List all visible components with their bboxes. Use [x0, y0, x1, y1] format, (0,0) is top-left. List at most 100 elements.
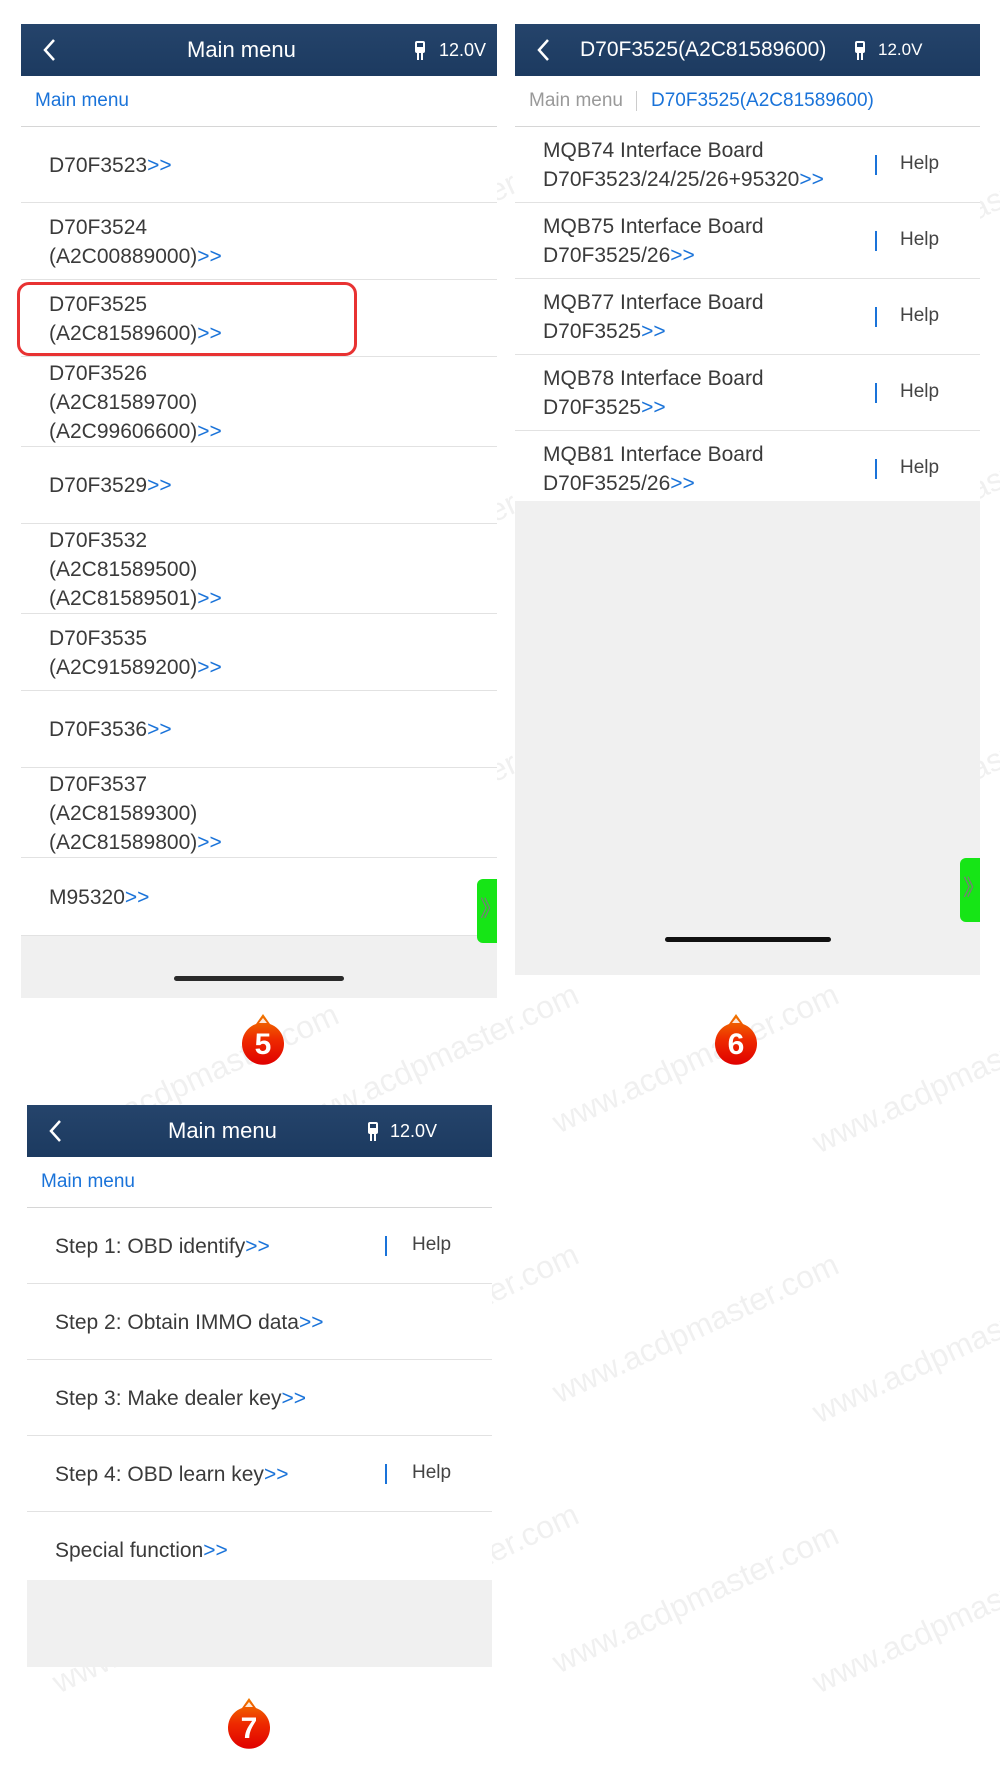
breadcrumb-separator	[636, 91, 637, 111]
help-separator	[875, 459, 877, 479]
chevron-right-icon: >>	[147, 474, 172, 497]
list-item[interactable]: Step 1: OBD identify>> Help	[27, 1208, 492, 1284]
chevron-right-icon: >>	[197, 245, 222, 268]
chevron-right-icon: >>	[263, 1463, 289, 1486]
chevron-right-icon: >>	[197, 831, 222, 854]
list-item-label: Step 3: Make dealer key>>	[55, 1384, 306, 1413]
chevron-right-icon: >>	[147, 718, 172, 741]
back-arrow-icon[interactable]	[39, 36, 61, 64]
step-badge-5: 5	[240, 1012, 286, 1068]
step-number: 6	[727, 1028, 745, 1061]
list-item-line: D70F3524	[49, 216, 148, 239]
list-item[interactable]: D70F3536>>	[21, 691, 497, 768]
watermark-text: www.acdpmaster.com	[546, 1245, 845, 1411]
list-item[interactable]: D70F3524 (A2C00889000)>>	[21, 203, 497, 280]
plug-icon	[368, 1122, 378, 1141]
list-item-label: MQB78 Interface Board D70F3525>>	[543, 364, 764, 422]
list-item[interactable]: D70F3529>>	[21, 447, 497, 524]
side-drawer-tab[interactable]: 》	[960, 858, 980, 922]
list-item[interactable]: Special function>>	[27, 1512, 492, 1588]
list-item[interactable]: Step 4: OBD learn key>> Help	[27, 1436, 492, 1512]
voltage-readout: 12.0V	[390, 1121, 438, 1141]
list-item[interactable]: MQB75 Interface Board D70F3525/26>> Help	[515, 203, 980, 279]
list-item[interactable]: D70F3532 (A2C81589500) (A2C81589501)>>	[21, 524, 497, 614]
list-item-line: (A2C81589501)	[49, 587, 198, 610]
header-title: Main menu	[168, 1118, 277, 1143]
help-link[interactable]: Help	[412, 1234, 451, 1256]
chevron-right-icon: >>	[641, 320, 666, 343]
list-item-line: Special function	[55, 1539, 204, 1562]
side-drawer-tab[interactable]: 》	[477, 879, 497, 943]
chevron-right-icon: >>	[197, 587, 222, 610]
chevron-right-icon: >>	[147, 154, 172, 177]
list-item-label: D70F3535 (A2C91589200)>>	[49, 624, 222, 682]
list-item-line: Step 4: OBD learn key	[55, 1463, 264, 1486]
list-item-line: M95320	[49, 886, 125, 909]
help-link[interactable]: Help	[900, 305, 939, 327]
list-item-line: MQB75 Interface Board	[543, 215, 764, 238]
breadcrumb-main-menu[interactable]: Main menu	[35, 76, 129, 126]
list-item[interactable]: Step 2: Obtain IMMO data>>	[27, 1284, 492, 1360]
watermark-text: www.acdpmaster.com	[806, 995, 1000, 1161]
chevron-right-icon: >>	[197, 656, 222, 679]
back-arrow-icon[interactable]	[45, 1117, 67, 1145]
list-item-label: MQB74 Interface Board D70F3523/24/25/26+9…	[543, 136, 824, 194]
list-item-line: (A2C99606600)	[49, 420, 198, 443]
list-item-label: Step 1: OBD identify>>	[55, 1232, 270, 1261]
breadcrumb: Main menu	[21, 76, 497, 127]
list-item-line: D70F3532	[49, 529, 148, 552]
list-item[interactable]: M95320>>	[21, 858, 497, 936]
chevron-right-icon: >>	[281, 1387, 306, 1410]
list-item[interactable]: Step 3: Make dealer key>>	[27, 1360, 492, 1436]
voltage-readout: 12.0V	[439, 40, 487, 60]
list-item[interactable]: MQB78 Interface Board D70F3525>> Help	[515, 355, 980, 431]
list-item[interactable]: D70F3537 (A2C81589300) (A2C81589800)>>	[21, 768, 497, 858]
list-item[interactable]: D70F3526 (A2C81589700) (A2C99606600)>>	[21, 357, 497, 447]
list-item-line: (A2C81589300)	[49, 802, 198, 825]
list-item-line: D70F3529	[49, 474, 148, 497]
empty-area	[27, 1580, 492, 1667]
chevron-right-icon: >>	[124, 886, 150, 909]
list-item-label: MQB81 Interface Board D70F3525/26>>	[543, 440, 764, 498]
voltage-readout: 12.0V	[878, 40, 923, 59]
list-item-label: D70F3532 (A2C81589500) (A2C81589501)>>	[49, 526, 222, 613]
breadcrumb-main-menu[interactable]: Main menu	[41, 1157, 135, 1207]
list-item-line: (A2C81589700)	[49, 391, 198, 414]
step-number: 5	[254, 1028, 272, 1061]
home-indicator	[174, 976, 344, 981]
chevron-right-icon: >>	[245, 1235, 270, 1258]
breadcrumb-main-menu[interactable]: Main menu	[529, 76, 623, 126]
list-item-line: (A2C00889000)	[49, 245, 198, 268]
watermark-text: www.acdpmaster.com	[806, 1265, 1000, 1431]
plug-icon	[855, 41, 865, 60]
chevron-right-icon: >>	[298, 1311, 324, 1334]
help-separator	[385, 1464, 387, 1484]
chevron-right-icon: >>	[670, 472, 695, 495]
help-link[interactable]: Help	[900, 229, 939, 251]
back-arrow-icon[interactable]	[533, 36, 555, 64]
list-item[interactable]: D70F3535 (A2C91589200)>>	[21, 614, 497, 691]
list-item-line: MQB77 Interface Board	[543, 291, 764, 314]
list-item[interactable]: MQB74 Interface Board D70F3523/24/25/26+9…	[515, 127, 980, 203]
list-item-label: D70F3523>>	[49, 151, 172, 180]
chevron-right-icon: >>	[799, 168, 824, 191]
help-link[interactable]: Help	[900, 457, 939, 479]
list-item-label: MQB75 Interface Board D70F3525/26>>	[543, 212, 764, 270]
help-separator	[875, 383, 877, 403]
list-item-line: D70F3523/24/25/26+95320	[543, 168, 800, 191]
list-item-line: D70F3523	[49, 154, 148, 177]
breadcrumb-current: D70F3525(A2C81589600)	[651, 90, 874, 111]
list-item[interactable]: MQB81 Interface Board D70F3525/26>> Help	[515, 431, 980, 507]
help-separator	[875, 155, 877, 175]
list-item[interactable]: MQB77 Interface Board D70F3525>> Help	[515, 279, 980, 355]
help-link[interactable]: Help	[412, 1462, 451, 1484]
panel-step-7: Main menu 12.0V Main menu Step 1: OBD id…	[27, 1105, 492, 1667]
list-item[interactable]: D70F3523>>	[21, 127, 497, 203]
home-indicator	[665, 937, 831, 942]
watermark-text: www.acdpmaster.com	[806, 1535, 1000, 1701]
header-title: Main menu	[187, 37, 296, 62]
help-link[interactable]: Help	[900, 381, 939, 403]
list-item-line: D70F3536	[49, 718, 148, 741]
help-link[interactable]: Help	[900, 153, 939, 175]
list-item-label: D70F3529>>	[49, 471, 172, 500]
